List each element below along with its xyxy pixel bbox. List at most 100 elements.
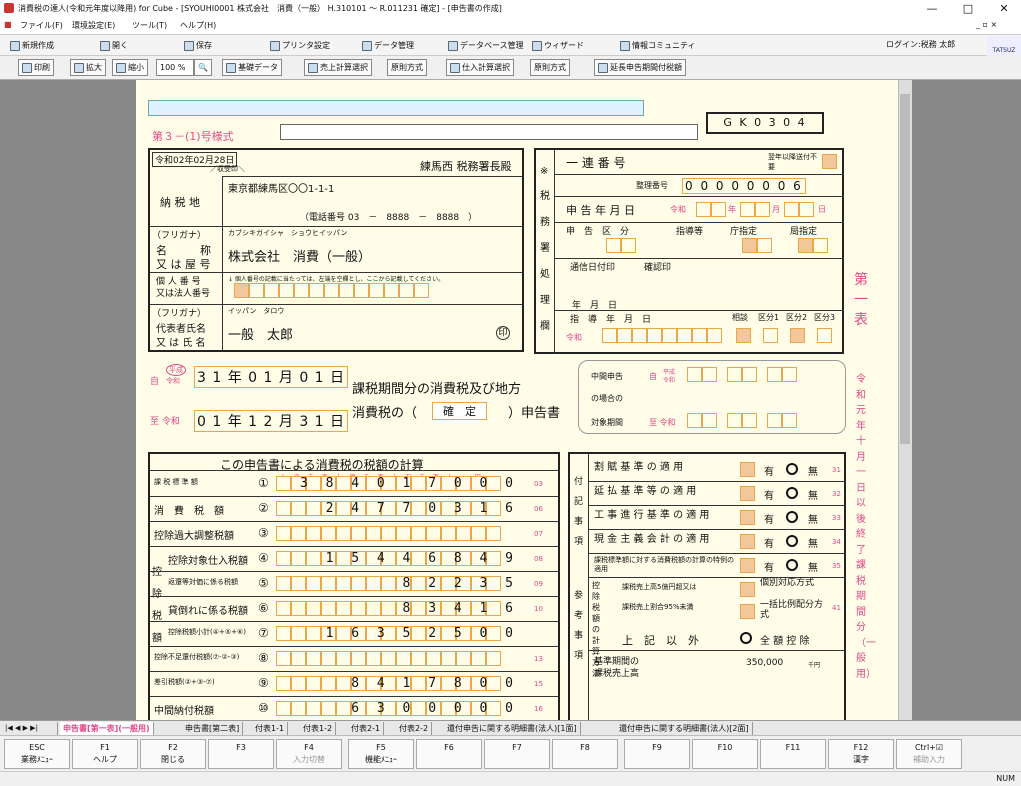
basic-data-button[interactable]: 基礎データ [222,59,282,76]
phone-field[interactable]: （電話番号 03 － 8888 － 8888 ） [300,210,477,223]
notes-radio[interactable] [786,511,798,523]
printer-settings-button[interactable]: プリンタ設定 [270,38,330,53]
notes-radio[interactable] [786,463,798,475]
database-management-button[interactable]: データベース管理 [448,38,524,53]
menu-settings[interactable]: 環境設定(E) [72,20,115,31]
data-management-button[interactable]: データ管理 [362,38,414,53]
fkey-f4[interactable]: F4 入力切替 [276,739,342,769]
tab-refund-1[interactable]: 還付申告に関する明細書(法人)[1面] [444,722,581,735]
fkey-esc[interactable]: ESC 業務ﾒﾆｭｰ [4,739,70,769]
notes-radio[interactable] [786,535,798,547]
menu-help[interactable]: ヘルプ(H) [180,20,216,31]
report-date-era: 令和 [670,205,686,214]
top-input-bar[interactable] [148,100,644,116]
zoom-out-button[interactable]: 縮小 [112,59,148,76]
title-bar: 消費税の達人(令和元年度以降用) for Cube - [SYOUHI0001 … [0,0,1021,18]
menu-file[interactable]: ファイル(F) [20,20,63,31]
zoom-level-field[interactable]: 100 % [156,59,194,76]
calc-row: 消 費 税 額 ② 2 4 7 7 0 3 1 6 06 [150,497,558,522]
calc-row-value[interactable]: 1 5 4 4 6 8 4 9 [326,551,518,566]
rep-furigana-field[interactable]: イッパン タロウ [228,306,284,316]
calc-row-value[interactable]: 1 6 3 5 2 5 0 0 [326,626,518,641]
tab-attach-1-2[interactable]: 付表1-2 [300,722,337,735]
zoom-search-button[interactable]: 🔍 [194,59,212,76]
fkey-f12[interactable]: F12 漢字 [828,739,894,769]
calc-row-number: ⑨ [258,676,269,690]
tab-attach-2-1[interactable]: 付表2-1 [348,722,385,735]
fkey-f8[interactable]: F8 [552,739,618,769]
calc-row-value[interactable]: 2 4 7 7 0 3 1 6 [326,501,518,516]
calc-row-number: ② [258,501,269,515]
form-note-field[interactable] [280,124,698,140]
sales-calc-select-button[interactable]: 売上計算選択 [304,59,372,76]
furigana-field[interactable]: カブシキガイシャ ショウヒイッパン [228,228,347,238]
return-title-3: ）申告書 [508,406,561,421]
calc-row-value[interactable]: 8 4 1 7 8 0 0 [351,676,518,691]
close-button[interactable]: ✕ [987,0,1021,18]
notes-radio[interactable] [786,559,798,571]
tab-form2[interactable]: 申告書[第二表] [182,722,244,735]
mgmt-no-field[interactable]: 0 0 0 0 0 0 0 6 [682,178,806,194]
calc-row-value[interactable]: 8 2 2 3 5 [403,576,518,591]
fkey-f11[interactable]: F11 [760,739,826,769]
fkey-f1[interactable]: F1 ヘルプ [72,739,138,769]
fkey-label: 入力切替 [293,755,325,764]
company-name-field[interactable]: 株式会社 消費（一般） [228,246,371,265]
representative-field[interactable]: 一般 太郎 [228,324,293,343]
fkey-f7[interactable]: F7 [484,739,550,769]
purchase-method-button[interactable]: 原則方式 [530,59,570,76]
calc-row-code: 16 [534,705,543,713]
fkey-f3[interactable]: F3 [208,739,274,769]
calc-row-value[interactable]: 8 3 4 1 6 [403,601,518,616]
receipt-stamp: ／収受印＼ [210,165,245,173]
fkey-f10[interactable]: F10 [692,739,758,769]
menu-tools[interactable]: ツール(T) [132,20,167,31]
tab-nav-buttons[interactable]: |◀ ◀ ▶ ▶| [2,722,58,735]
notes-code: 33 [832,514,841,522]
office-use-block: ※ 税務署処理欄 一 連 番 号 翌年以降送付不要 整理番号 0 0 0 0 0… [534,148,844,354]
zengaku-radio[interactable] [740,632,752,644]
mdi-controls[interactable]: _ ▫ × [976,20,997,29]
scrollbar-thumb[interactable] [900,94,910,444]
address-field[interactable]: 東京都練馬区〇〇1-1-1 [228,180,334,195]
purchase-calc-select-button[interactable]: 仕入計算選択 [446,59,514,76]
sales-method-button[interactable]: 原則方式 [387,59,427,76]
period-from-field[interactable]: 3 1 年 0 1 月 0 1 日 [194,366,349,388]
office-use-mark: ※ [540,166,549,177]
open-button[interactable]: 開く [100,38,128,53]
corp-number-field[interactable] [234,283,429,298]
zoom-in-button[interactable]: 拡大 [70,59,106,76]
tab-form1[interactable]: 申告書[第一表](一般用) [60,722,154,735]
fkey-ctrl[interactable]: Ctrl+☑ 補助入力 [896,739,962,769]
period-to-field[interactable]: 0 1 年 1 2 月 3 1 日 [194,410,349,432]
calc-row-value[interactable]: 3 8 4 0 1 7 0 0 0 [300,476,518,491]
wizard-button[interactable]: ウィザード [532,38,584,53]
calc-row-value[interactable]: 6 3 0 0 0 0 0 [351,701,518,716]
notes-yes: 有 [764,467,774,478]
base-sales-field[interactable]: 350,000 [746,658,783,668]
maximize-button[interactable]: □ [951,0,985,18]
login-user: ログイン:税務 太郎 [886,40,956,49]
sheet-tabs: |◀ ◀ ▶ ▶| 申告書[第一表](一般用) 申告書[第二表] 付表1-1 付… [0,720,1021,735]
filing-status-field[interactable]: 確 定 [432,402,487,420]
calc-row-cells [276,651,501,666]
tab-refund-2[interactable]: 還付申告に関する明細書(法人)[2面] [616,722,753,735]
info-community-button[interactable]: 情報コミュニティ [620,38,696,53]
tax-return-form: 第３－(1)号様式 G K 0 3 0 4 令和02年02月28日 ／収受印＼ … [136,80,898,720]
tab-attach-2-2[interactable]: 付表2-2 [396,722,433,735]
fkey-f2[interactable]: F2 閉じる [140,739,206,769]
calc-row-number: ⑩ [258,701,269,715]
fkey-f5[interactable]: F5 機能ﾒﾆｭｰ [348,739,414,769]
calc-row-code: 06 [534,505,543,513]
extension-button[interactable]: 延長申告期間付税額 [594,59,686,76]
fkey-label: 機能ﾒﾆｭｰ [365,755,397,764]
save-button[interactable]: 保存 [184,38,212,53]
print-button[interactable]: 印刷 [18,59,54,76]
notes-radio[interactable] [786,487,798,499]
info-community-label: 情報コミュニティ [632,41,696,50]
fkey-f6[interactable]: F6 [416,739,482,769]
tab-attach-1-1[interactable]: 付表1-1 [252,722,289,735]
fkey-f9[interactable]: F9 [624,739,690,769]
new-button[interactable]: 新規作成 [10,38,54,53]
minimize-button[interactable]: — [915,0,949,18]
